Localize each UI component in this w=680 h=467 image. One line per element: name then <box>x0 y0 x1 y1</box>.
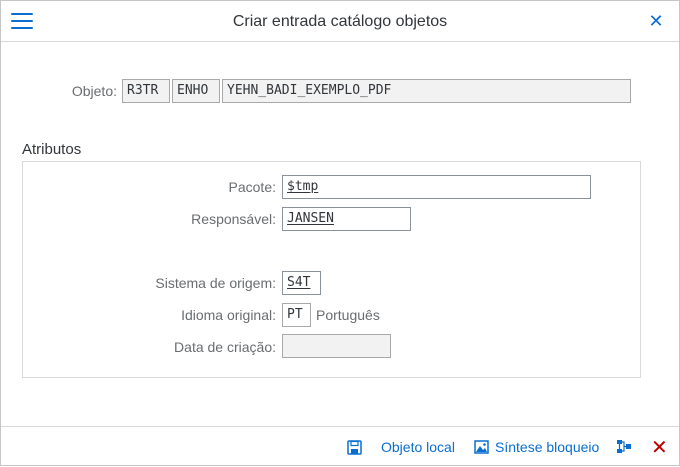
hierarchy-icon <box>617 440 631 453</box>
hierarchy-button[interactable] <box>615 427 633 467</box>
package-value: $tmp <box>287 179 319 194</box>
dialog-footer: Objeto local Síntese bloqueio ✕ <box>1 426 679 466</box>
package-label: Pacote: <box>228 179 276 195</box>
attributes-section-title: Atributos <box>22 141 82 158</box>
source-system-label: Sistema de origem: <box>155 275 276 291</box>
lock-overview-label: Síntese bloqueio <box>495 439 600 455</box>
object-pgmid-field: R3TR <box>122 79 170 103</box>
source-system-input[interactable]: S4T <box>282 271 321 295</box>
responsible-label: Responsável: <box>191 211 276 227</box>
original-language-label: Idioma original: <box>181 307 276 323</box>
original-language-text: Português <box>316 307 380 323</box>
responsible-input[interactable]: JANSEN <box>282 207 411 231</box>
creation-date-label: Data de criação: <box>174 339 276 355</box>
object-name-field: YEHN_BADI_EXEMPLO_PDF <box>222 79 631 103</box>
responsible-value: JANSEN <box>287 211 334 226</box>
lock-overview-button[interactable]: Síntese bloqueio <box>474 427 599 467</box>
save-icon <box>347 439 362 455</box>
creation-date-field <box>282 334 391 358</box>
create-object-catalog-entry-dialog: Criar entrada catálogo objetos ✕ Objeto:… <box>0 0 680 466</box>
source-system-value: S4T <box>287 275 311 290</box>
local-object-button[interactable]: Objeto local <box>381 427 455 467</box>
object-type-field: ENHO <box>172 79 220 103</box>
cancel-icon[interactable]: ✕ <box>651 427 668 467</box>
dialog-titlebar: Criar entrada catálogo objetos ✕ <box>1 1 679 42</box>
original-language-field: PT <box>282 303 311 327</box>
object-label: Objeto: <box>71 83 117 99</box>
image-icon <box>474 440 489 454</box>
dialog-title: Criar entrada catálogo objetos <box>232 13 448 30</box>
save-button[interactable] <box>347 427 362 467</box>
package-input[interactable]: $tmp <box>282 175 591 199</box>
close-icon[interactable]: ✕ <box>647 11 665 31</box>
